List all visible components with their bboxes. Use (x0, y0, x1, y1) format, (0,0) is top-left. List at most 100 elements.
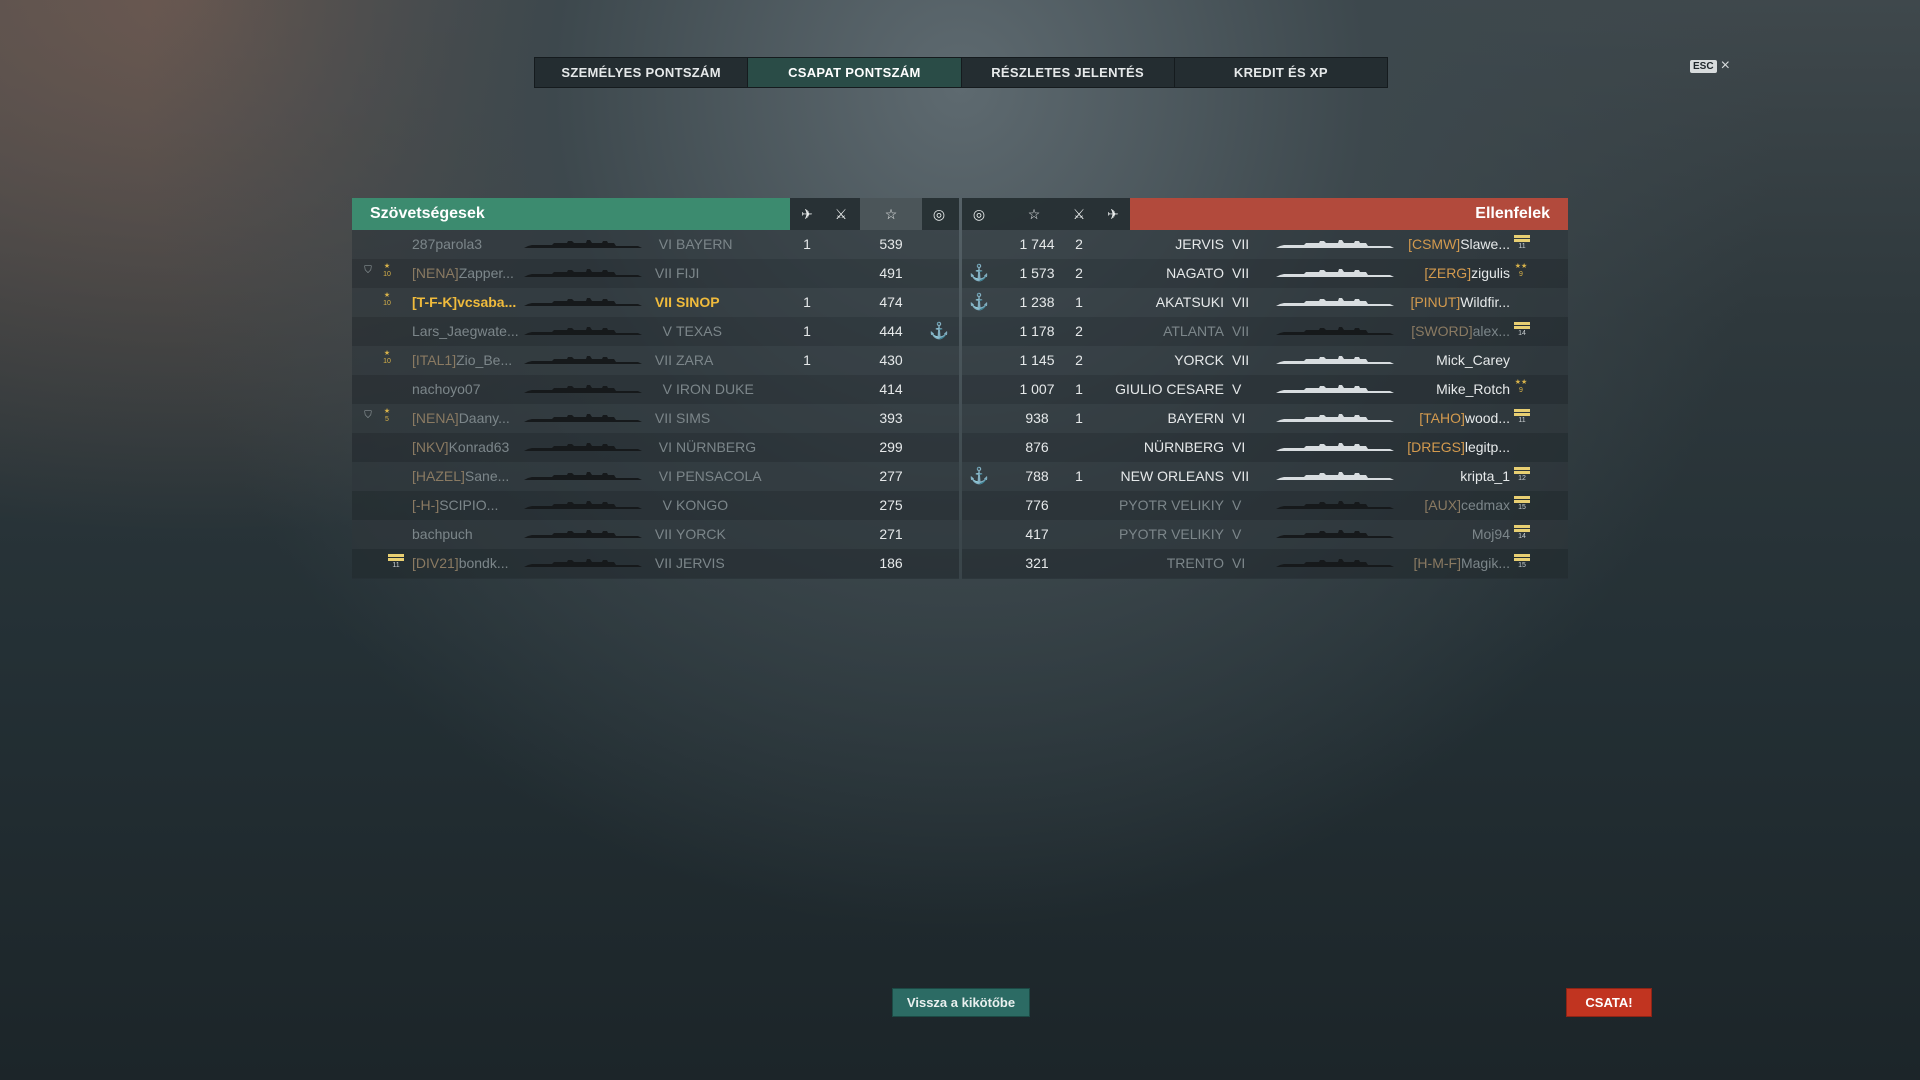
enemy-row[interactable]: 876 NÜRNBERG VI [DREGS]legitp... (962, 433, 1568, 462)
player-name[interactable]: [H-M-F]Magik... (1414, 549, 1510, 578)
player-name[interactable]: [CSMW]Slawe... (1408, 230, 1510, 259)
player-name[interactable]: [NENA]Zapper... (412, 259, 522, 288)
close-icon[interactable]: × (1721, 58, 1730, 74)
player-name[interactable]: Moj94 (1472, 520, 1510, 549)
enemies-panel: ◎ ☆ ⚔ ✈ Ellenfelek 1 744 2 JERVIS VII [CSMW]… (962, 198, 1568, 579)
player-name[interactable]: Lars_Jaegwate... (412, 317, 522, 346)
ally-row[interactable]: 287parola3 VI BAYERN 1 539 (352, 230, 959, 259)
service-stripe-number: 14 (1518, 533, 1526, 540)
close-screen[interactable]: ESC × (1690, 58, 1730, 74)
player-name[interactable]: kripta_1 (1460, 462, 1510, 491)
back-to-port-button[interactable]: Vissza a kikötőbe (892, 988, 1030, 1017)
ship-silhouette (524, 530, 642, 539)
player-name[interactable]: [SWORD]alex... (1411, 317, 1510, 346)
player-name[interactable]: [DREGS]legitp... (1407, 433, 1510, 462)
ship-name: SIMS (676, 410, 711, 426)
clan-tag: [DREGS] (1407, 439, 1465, 455)
ship-name: YORCK (676, 526, 726, 542)
ship-tier: V (662, 497, 672, 513)
tab-1[interactable]: CSAPAT PONTSZÁM (748, 58, 962, 87)
ally-row[interactable]: ★ 10 [T-F-K]vcsaba... VII SINOP 1 474 (352, 288, 959, 317)
ally-row[interactable]: [NKV]Konrad63 VI NÜRNBERG 299 (352, 433, 959, 462)
player-name[interactable]: [ITAL1]Zio_Be... (412, 346, 522, 375)
ally-row[interactable]: Lars_Jaegwate... V TEXAS 1 444 ⚓ (352, 317, 959, 346)
allies-header: Szövetségesek ✈ ⚔ ☆ ◎ (352, 198, 959, 230)
player-name[interactable]: [TAHO]wood... (1419, 404, 1510, 433)
star-icon[interactable]: ☆ (860, 198, 922, 230)
enemy-row[interactable]: 938 1 BAYERN VI [TAHO]wood... 11 (962, 404, 1568, 433)
ship-silhouette (1276, 327, 1394, 336)
player-name[interactable]: [HAZEL]Sane... (412, 462, 522, 491)
plane-icon[interactable]: ✈ (790, 198, 824, 230)
crossed-swords-icon[interactable]: ⚔ (824, 198, 858, 230)
crossed-swords-icon[interactable]: ⚔ (1062, 198, 1096, 230)
ally-row[interactable]: ★ 10 [ITAL1]Zio_Be... VII ZARA 1 430 (352, 346, 959, 375)
anchor-icon: ⚓ (969, 468, 989, 485)
ship-silhouette (524, 240, 642, 249)
ally-row[interactable]: nachoyo07 V IRON DUKE 414 (352, 375, 959, 404)
ship-silhouette (1276, 356, 1394, 365)
kills-value: 1 (803, 236, 811, 252)
division-rank-number: 9 (1519, 387, 1523, 394)
player-name[interactable]: Mick_Carey (1436, 346, 1510, 375)
clan-tag: [NKV] (412, 439, 449, 455)
esc-key-label: ESC (1690, 59, 1717, 73)
enemy-row[interactable]: 1 744 2 JERVIS VII [CSMW]Slawe... 11 (962, 230, 1568, 259)
ship-name: SINOP (676, 294, 720, 310)
tab-3[interactable]: KREDIT ÉS XP (1174, 58, 1387, 87)
score-value: 275 (879, 497, 903, 513)
enemy-row[interactable]: 321 TRENTO VI [H-M-F]Magik... 15 (962, 549, 1568, 578)
clan-tag: [ITAL1] (412, 352, 457, 368)
enemy-row[interactable]: 417 PYOTR VELIKIY V Moj94 14 (962, 520, 1568, 549)
service-stripe-icon: 12 (1514, 467, 1530, 487)
player-nickname: 287parola3 (412, 236, 483, 252)
ship-silhouette (524, 356, 642, 365)
division-rank-number: 10 (383, 300, 391, 307)
ally-row[interactable]: ⛉ ★ 5 [NENA]Daany... VII SIMS 393 (352, 404, 959, 433)
clan-tag: [H-M-F] (1413, 555, 1461, 571)
enemies-title: Ellenfelek (1475, 205, 1550, 222)
enemy-row[interactable]: 1 007 1 GIULIO CESARE V Mike_Rotch ★★ 9 (962, 375, 1568, 404)
service-stripe-icon: 15 (1514, 554, 1530, 574)
ally-row[interactable]: bachpuch VII YORCK 271 (352, 520, 959, 549)
player-name[interactable]: [PINUT]Wildfir... (1410, 288, 1510, 317)
player-name[interactable]: [-H-]SCIPIO... (412, 491, 522, 520)
ally-row[interactable]: [HAZEL]Sane... VI PENSACOLA 277 (352, 462, 959, 491)
player-name[interactable]: [NKV]Konrad63 (412, 433, 522, 462)
ally-row[interactable]: ⛉ ★ 10 [NENA]Zapper... VII FIJI 491 (352, 259, 959, 288)
tab-2[interactable]: RÉSZLETES JELENTÉS (961, 58, 1175, 87)
kills-value (790, 375, 824, 404)
service-stripe-number: 12 (1518, 475, 1526, 482)
allies-list: 287parola3 VI BAYERN 1 539 ⛉ ★ 10 [NENA]Zapper..… (352, 230, 959, 578)
ship-name: IRON DUKE (676, 381, 754, 397)
ally-row[interactable]: 11 [DIV21]bondk... VII JERVIS 186 (352, 549, 959, 578)
ally-row[interactable]: [-H-]SCIPIO... V KONGO 275 (352, 491, 959, 520)
player-name[interactable]: [AUX]cedmax (1424, 491, 1510, 520)
player-name[interactable]: [ZERG]zigulis (1424, 259, 1510, 288)
player-name[interactable]: bachpuch (412, 520, 522, 549)
player-name[interactable]: [T-F-K]vcsaba... (412, 288, 522, 317)
player-name[interactable]: nachoyo07 (412, 375, 522, 404)
plane-icon[interactable]: ✈ (1096, 198, 1130, 230)
ship-silhouette (524, 414, 642, 423)
tab-0[interactable]: SZEMÉLYES PONTSZÁM (535, 58, 749, 87)
ship-name: YORCK (1174, 352, 1224, 368)
base-capture-icon[interactable]: ◎ (962, 198, 996, 230)
star-icon[interactable]: ☆ (1017, 198, 1051, 230)
player-name[interactable]: [DIV21]bondk... (412, 549, 522, 578)
player-nickname: Mick_Carey (1436, 352, 1510, 368)
base-capture-icon[interactable]: ◎ (922, 198, 956, 230)
enemy-row[interactable]: 1 145 2 YORCK VII Mick_Carey (962, 346, 1568, 375)
enemy-row[interactable]: ⚓ 1 238 1 AKATSUKI VII [PINUT]Wildfir... (962, 288, 1568, 317)
enemy-row[interactable]: 1 178 2 ATLANTA VII [SWORD]alex... 14 (962, 317, 1568, 346)
enemy-row[interactable]: 776 PYOTR VELIKIY V [AUX]cedmax 15 (962, 491, 1568, 520)
player-name[interactable]: 287parola3 (412, 230, 522, 259)
clan-tag: [NENA] (412, 410, 459, 426)
ship-name: TRENTO (1166, 555, 1224, 571)
ship-silhouette (524, 298, 642, 307)
battle-button[interactable]: CSATA! (1566, 988, 1652, 1017)
player-name[interactable]: [NENA]Daany... (412, 404, 522, 433)
player-name[interactable]: Mike_Rotch (1436, 375, 1510, 404)
enemy-row[interactable]: ⚓ 788 1 NEW ORLEANS VII kripta_1 12 (962, 462, 1568, 491)
enemy-row[interactable]: ⚓ 1 573 2 NAGATO VII [ZERG]zigulis ★★ 9 (962, 259, 1568, 288)
